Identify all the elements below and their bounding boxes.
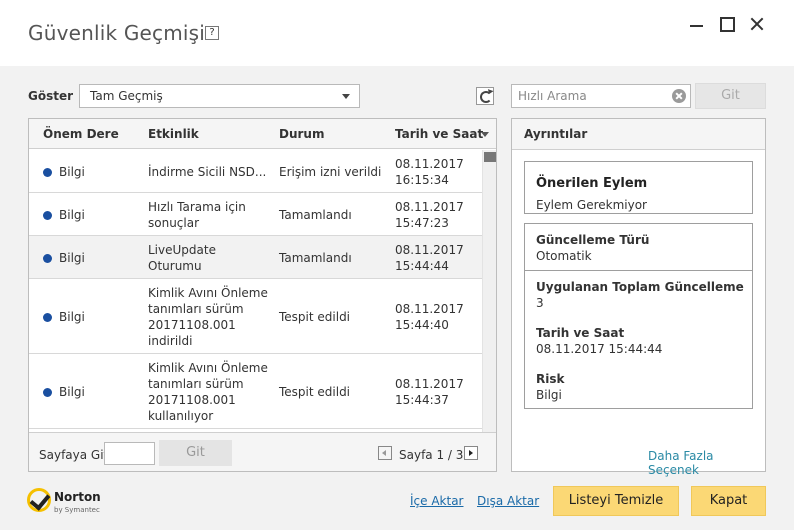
- total-updates-value: 3: [536, 296, 544, 310]
- divider: [525, 270, 752, 271]
- datetime-value: 08.11.2017 15:44:44: [536, 342, 663, 356]
- help-icon[interactable]: ?: [205, 26, 219, 40]
- update-type-label: Güncelleme Türü: [536, 233, 650, 247]
- table-row[interactable]: Bilgi Hızlı Tarama için sonuçlar Tamamla…: [29, 193, 482, 236]
- row-activity-line: indirildi: [148, 334, 193, 348]
- details-header: Ayrıntılar: [512, 119, 765, 150]
- minimize-icon[interactable]: [688, 15, 706, 33]
- risk-label: Risk: [536, 372, 565, 386]
- row-activity-line: Oturumu: [148, 259, 202, 273]
- window-title: Güvenlik Geçmişi: [28, 21, 206, 45]
- row-activity-line: tanımları sürüm: [148, 302, 244, 316]
- close-icon[interactable]: [748, 15, 766, 33]
- row-severity: Bilgi: [59, 310, 85, 324]
- export-link[interactable]: Dışa Aktar: [477, 494, 539, 508]
- clear-search-icon[interactable]: [672, 89, 686, 103]
- close-button[interactable]: Kapat: [691, 486, 766, 516]
- column-status[interactable]: Durum: [279, 127, 324, 141]
- more-options-link[interactable]: Daha Fazla Seçenek: [648, 449, 765, 477]
- row-severity: Bilgi: [59, 208, 85, 222]
- risk-value: Bilgi: [536, 388, 562, 402]
- recommended-action-label: Önerilen Eylem: [536, 176, 648, 191]
- table-row-selected[interactable]: Bilgi LiveUpdate Oturumu Tamamlandı 08.1…: [29, 236, 482, 279]
- goto-page-input[interactable]: [104, 442, 155, 465]
- total-updates-label: Uygulanan Toplam Güncelleme: [536, 280, 744, 294]
- row-severity: Bilgi: [59, 385, 85, 399]
- row-activity-line: LiveUpdate: [148, 243, 216, 257]
- row-activity-line: Hızlı Tarama için: [148, 200, 246, 214]
- norton-logo: Norton by Symantec: [27, 487, 107, 519]
- quick-search-input[interactable]: [512, 85, 672, 107]
- row-time: 15:47:23: [395, 216, 449, 230]
- row-activity-line: 20171108.001: [148, 318, 236, 332]
- table-footer: Sayfaya Git: Git Sayfa 1 / 3: [29, 432, 496, 471]
- row-status: Tamamlandı: [279, 208, 352, 222]
- table-scrollbar[interactable]: [482, 150, 496, 432]
- recommended-action-box: Önerilen Eylem Eylem Gerekmiyor: [524, 161, 753, 214]
- scrollbar-thumb[interactable]: [484, 152, 496, 162]
- row-activity-line: Kimlik Avını Önleme: [148, 361, 268, 375]
- details-panel: Ayrıntılar Önerilen Eylem Eylem Gerekmiy…: [511, 118, 766, 477]
- column-datetime[interactable]: Tarih ve Saat: [395, 127, 483, 141]
- recommended-action-value: Eylem Gerekmiyor: [536, 198, 647, 212]
- row-status: Tamamlandı: [279, 251, 352, 265]
- refresh-icon[interactable]: [476, 87, 494, 105]
- norton-check-icon: [27, 488, 51, 512]
- title-bar: Güvenlik Geçmişi ?: [0, 0, 794, 66]
- row-time: 15:44:37: [395, 393, 449, 407]
- details-title: Ayrıntılar: [524, 127, 588, 141]
- norton-brand: Norton: [54, 490, 101, 504]
- history-filter-value: Tam Geçmiş: [90, 89, 163, 103]
- row-activity-line: tanımları sürüm: [148, 377, 244, 391]
- row-activity-line: sonuçlar: [148, 216, 200, 230]
- history-table: Önem Dere Etkinlik Durum Tarih ve Saat B…: [28, 118, 497, 472]
- info-dot-icon: [43, 168, 52, 177]
- row-date: 08.11.2017: [395, 200, 464, 214]
- table-row[interactable]: Bilgi Kimlik Avını Önleme tanımları sürü…: [29, 354, 482, 429]
- sort-down-icon[interactable]: [481, 132, 489, 137]
- search-go-button[interactable]: Git: [695, 83, 766, 109]
- history-filter-select[interactable]: Tam Geçmiş: [79, 84, 360, 108]
- quick-search-box: [511, 84, 691, 108]
- row-date: 08.11.2017: [395, 377, 464, 391]
- chevron-down-icon: [342, 94, 350, 99]
- row-status: Tespit edildi: [279, 385, 351, 399]
- goto-page-label: Sayfaya Git:: [39, 448, 113, 462]
- row-severity: Bilgi: [59, 165, 85, 179]
- goto-page-button[interactable]: Git: [159, 440, 232, 466]
- page-indicator: Sayfa 1 / 3: [399, 448, 464, 462]
- column-activity[interactable]: Etkinlik: [148, 127, 199, 141]
- next-page-icon[interactable]: [464, 446, 478, 460]
- clear-list-button[interactable]: Listeyi Temizle: [553, 486, 679, 516]
- row-date: 08.11.2017: [395, 302, 464, 316]
- import-link[interactable]: İçe Aktar: [410, 494, 463, 508]
- norton-brand-sub: by Symantec: [54, 506, 100, 514]
- row-time: 15:44:44: [395, 259, 449, 273]
- table-header: Önem Dere Etkinlik Durum Tarih ve Saat: [29, 119, 496, 149]
- row-activity-line: 20171108.001: [148, 393, 236, 407]
- datetime-label: Tarih ve Saat: [536, 326, 625, 340]
- row-time: 16:15:34: [395, 173, 449, 187]
- row-activity-line: Kimlik Avını Önleme: [148, 286, 268, 300]
- info-dot-icon: [43, 313, 52, 322]
- row-activity-line: kullanılıyor: [148, 409, 214, 423]
- info-dot-icon: [43, 254, 52, 263]
- row-time: 15:44:40: [395, 318, 449, 332]
- previous-page-icon[interactable]: [378, 446, 392, 460]
- maximize-icon[interactable]: [719, 15, 737, 33]
- row-activity: İndirme Sicili NSD...: [148, 165, 267, 179]
- update-type-value: Otomatik: [536, 249, 592, 263]
- info-dot-icon: [43, 211, 52, 220]
- info-dot-icon: [43, 388, 52, 397]
- column-severity[interactable]: Önem Dere: [43, 127, 119, 141]
- row-date: 08.11.2017: [395, 157, 464, 171]
- row-date: 08.11.2017: [395, 243, 464, 257]
- details-info-box: Güncelleme Türü Otomatik Uygulanan Topla…: [524, 223, 753, 409]
- table-row[interactable]: Bilgi Kimlik Avını Önleme tanımları sürü…: [29, 279, 482, 354]
- row-status: Tespit edildi: [279, 310, 351, 324]
- show-label: Göster: [28, 89, 74, 103]
- row-status: Erişim izni verildi: [279, 165, 382, 179]
- table-row[interactable]: Bilgi İndirme Sicili NSD... Erişim izni …: [29, 150, 482, 193]
- row-severity: Bilgi: [59, 251, 85, 265]
